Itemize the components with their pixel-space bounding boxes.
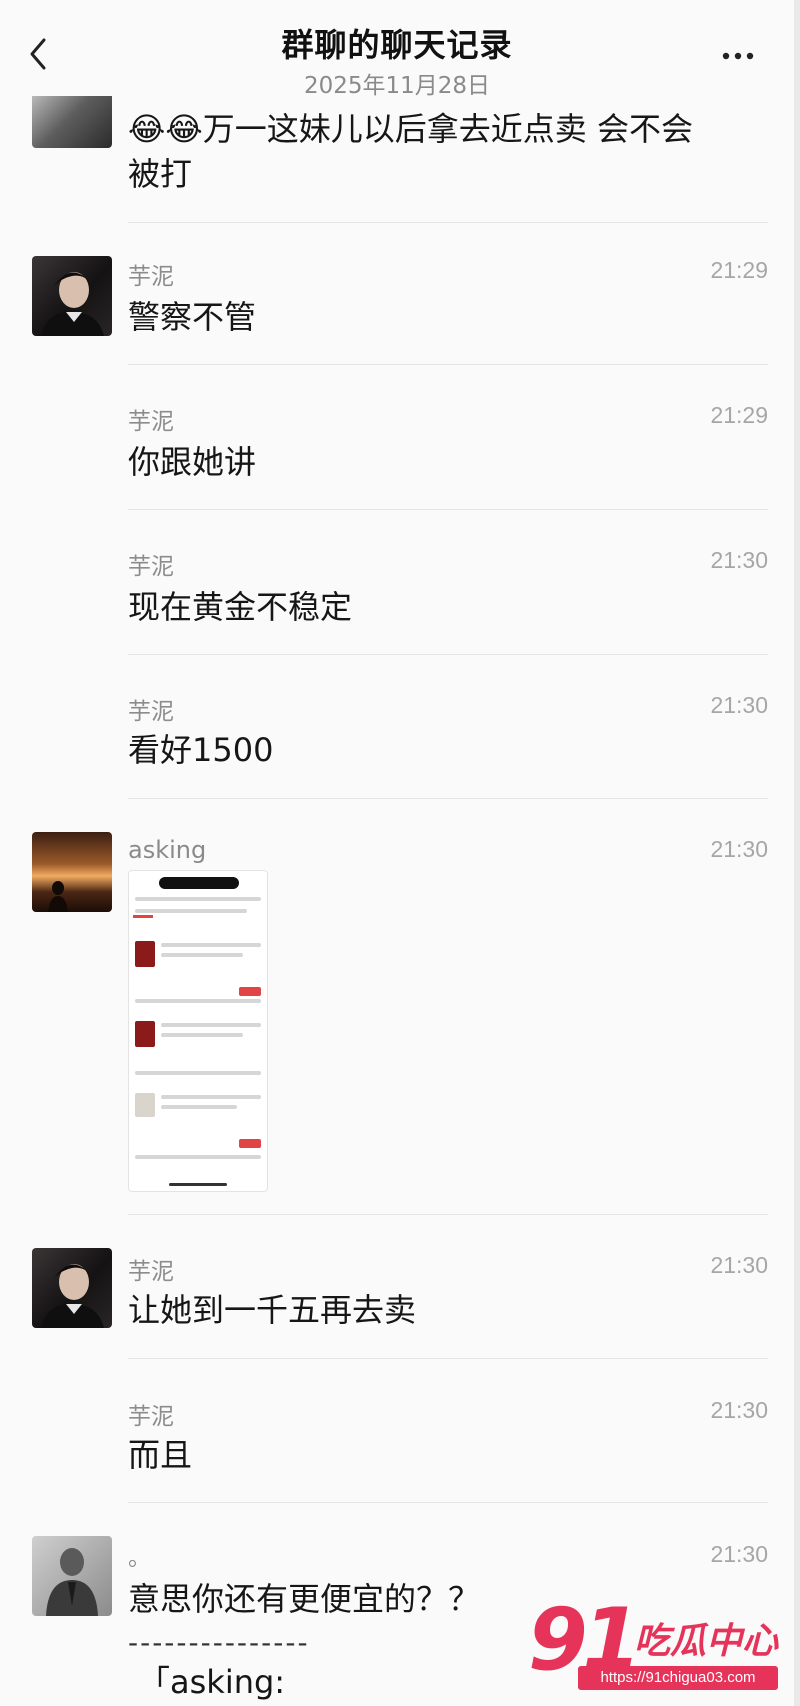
divider xyxy=(128,654,768,655)
person-suit-icon xyxy=(46,1548,98,1616)
message-text-continued: 被打 xyxy=(128,155,193,193)
avatar[interactable] xyxy=(32,832,112,912)
sender-name: 芋泥 xyxy=(128,409,174,435)
divider xyxy=(128,509,768,510)
thumb-line xyxy=(135,1155,261,1159)
message-text: 😂😂万一这妹儿以后拿去近点卖 会不会 xyxy=(128,110,693,148)
message-text: 你跟她讲 xyxy=(128,443,257,481)
thumb-line xyxy=(161,1033,243,1037)
message-text: 警察不管 xyxy=(128,298,257,336)
divider xyxy=(128,222,768,223)
thumb-line xyxy=(161,1105,237,1109)
sender-name: 芋泥 xyxy=(128,699,174,725)
divider xyxy=(128,1214,768,1215)
sunset-silhouette-icon xyxy=(48,881,68,912)
message-time: 21:29 xyxy=(710,257,768,283)
avatar[interactable] xyxy=(32,256,112,336)
phone-notch xyxy=(159,877,239,889)
sender-name: 芋泥 xyxy=(128,554,174,580)
image-attachment[interactable] xyxy=(128,870,268,1192)
sender-name: 芋泥 xyxy=(128,264,174,290)
thumb-button xyxy=(239,987,261,996)
site-watermark: 91 吃瓜中心 https://91chigua03.com xyxy=(528,1590,778,1690)
watermark-text: 吃瓜中心 xyxy=(634,1621,779,1662)
message-time: 21:29 xyxy=(710,402,768,428)
person-silhouette-icon xyxy=(42,1264,104,1328)
thumb-line xyxy=(161,953,243,957)
quote-header: 「asking: xyxy=(138,1663,286,1701)
avatar[interactable] xyxy=(32,1248,112,1328)
sender-name: 芋泥 xyxy=(128,1404,174,1430)
message-time: 21:30 xyxy=(710,547,768,573)
divider xyxy=(128,1502,768,1503)
thumb-line xyxy=(135,897,261,901)
thumb-home-indicator xyxy=(169,1183,227,1186)
thumb-line xyxy=(135,999,261,1003)
person-silhouette-icon xyxy=(42,272,104,336)
thumb-button xyxy=(239,1139,261,1148)
message-text: 意思你还有更便宜的？？ xyxy=(128,1580,481,1618)
avatar[interactable] xyxy=(32,1536,112,1616)
message-text: 现在黄金不稳定 xyxy=(128,588,353,626)
divider xyxy=(128,798,768,799)
page-title: 群聊的聊天记录 xyxy=(281,26,513,64)
avatar[interactable] xyxy=(32,96,112,148)
message-time: 21:30 xyxy=(710,836,768,862)
divider xyxy=(128,364,768,365)
thumb-line xyxy=(135,1071,261,1075)
message-time: 21:30 xyxy=(710,1397,768,1423)
message-text: 让她到一千五再去卖 xyxy=(128,1291,417,1329)
message-text: 看好1500 xyxy=(128,731,274,769)
sender-name: 芋泥 xyxy=(128,1259,174,1285)
watermark-url: https://91chigua03.com xyxy=(578,1666,778,1690)
message-time: 21:30 xyxy=(710,1541,768,1567)
thumb-product xyxy=(135,1093,155,1117)
chat-date: 2025年11月28日 xyxy=(303,73,491,99)
nav-header: 群聊的聊天记录 2025年11月28日 xyxy=(0,0,794,100)
sender-name: 。 xyxy=(128,1545,151,1571)
divider xyxy=(128,1358,768,1359)
thumb-line xyxy=(161,943,261,947)
more-options-icon[interactable] xyxy=(718,36,758,76)
thumb-line xyxy=(161,1095,261,1099)
scroll-edge xyxy=(794,0,800,1706)
thumb-tab-indicator xyxy=(133,915,153,918)
sender-name: asking xyxy=(128,836,207,864)
thumb-line xyxy=(161,1023,261,1027)
thumb-line xyxy=(135,909,247,913)
message-time: 21:30 xyxy=(710,1252,768,1278)
thumb-product xyxy=(135,941,155,967)
thumb-product xyxy=(135,1021,155,1047)
quote-separator: --------------- xyxy=(128,1626,310,1659)
message-text: 而且 xyxy=(128,1436,193,1474)
message-time: 21:30 xyxy=(710,692,768,718)
